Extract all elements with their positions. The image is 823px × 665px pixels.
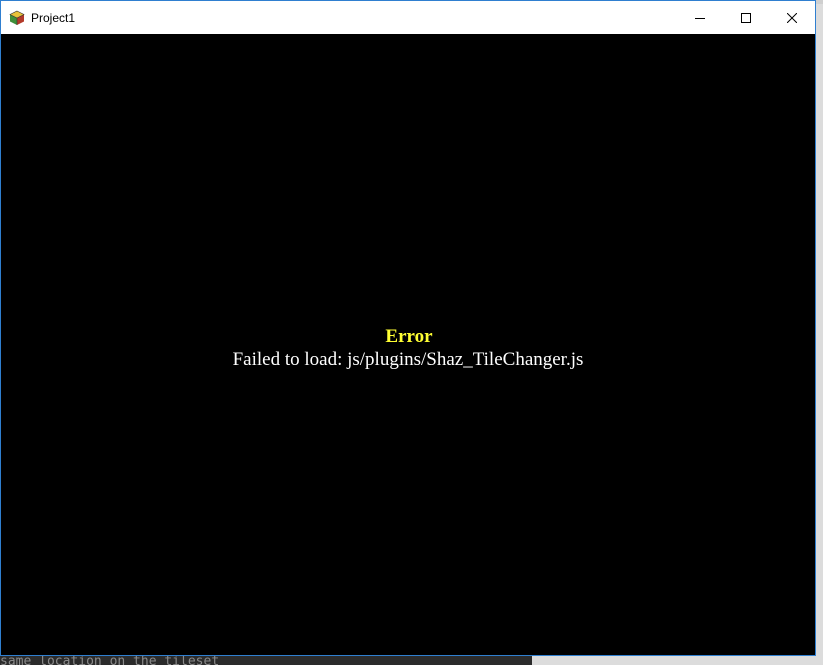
desktop: same location on the tileset Project1 Er…	[0, 0, 823, 665]
minimize-button[interactable]	[677, 1, 723, 34]
error-title: Error	[385, 326, 433, 347]
background-editor-line: same location on the tileset	[0, 655, 220, 665]
title-bar[interactable]: Project1	[1, 1, 815, 34]
close-icon	[787, 12, 797, 23]
game-window: Project1 Error Failed to load: js/plugin…	[0, 0, 816, 656]
minimize-icon	[695, 17, 705, 19]
error-printer: Error Failed to load: js/plugins/Shaz_Ti…	[1, 325, 815, 371]
game-canvas[interactable]: Error Failed to load: js/plugins/Shaz_Ti…	[1, 34, 815, 655]
rpg-maker-cube-icon	[9, 10, 25, 26]
background-editor-text: same location on the tileset	[0, 655, 532, 665]
maximize-icon	[741, 12, 751, 23]
window-title: Project1	[31, 10, 76, 25]
error-message: Failed to load: js/plugins/Shaz_TileChan…	[232, 349, 584, 370]
maximize-button[interactable]	[723, 1, 769, 34]
close-button[interactable]	[769, 1, 815, 34]
window-controls	[677, 1, 815, 34]
